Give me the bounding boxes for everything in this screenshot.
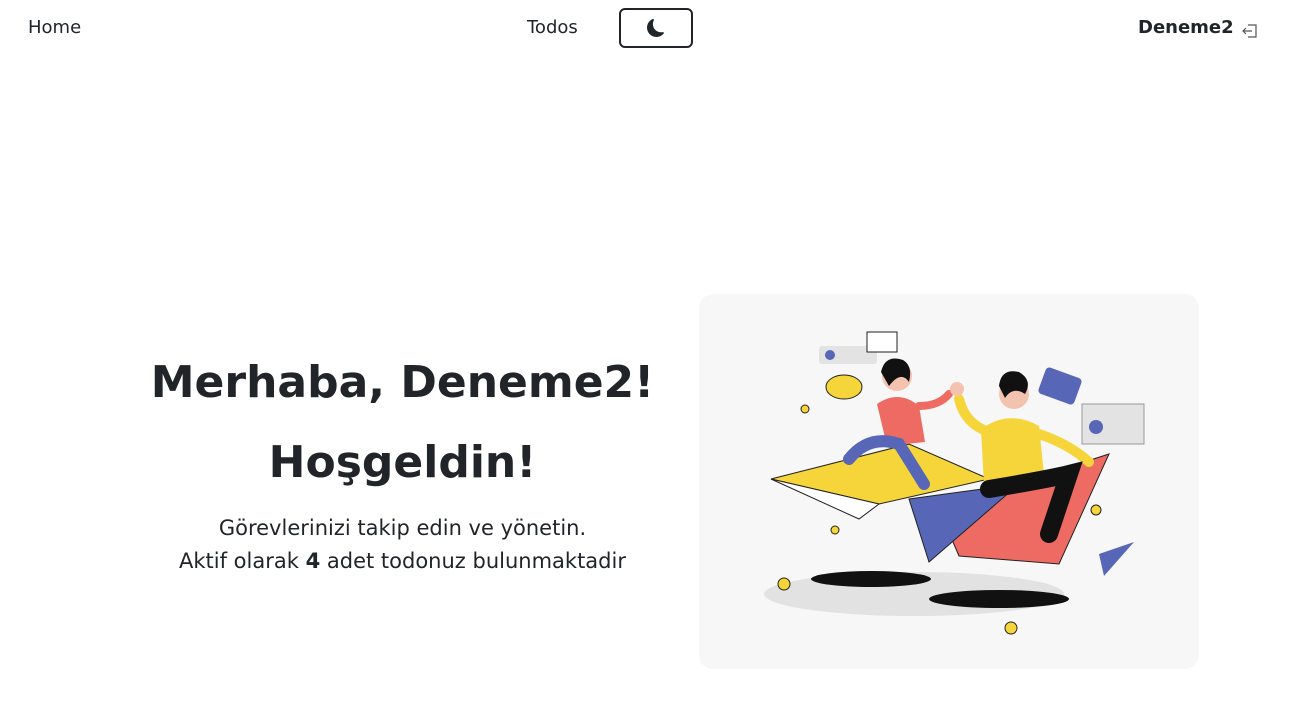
active-prefix: Aktif olarak <box>179 548 299 573</box>
welcome-heading: Hoşgeldin! <box>268 437 537 488</box>
nav-todos-link[interactable]: Todos <box>527 17 578 38</box>
high-five-paper-plane-illustration <box>764 331 1145 635</box>
navbar: Home Todos Deneme2 <box>0 0 1303 58</box>
active-suffix: adet todonuz bulunmaktadir <box>326 548 626 573</box>
subtitle-text: Görevlerinizi takip edin ve yönetin. <box>218 516 587 540</box>
username-label: Deneme2 <box>1138 17 1234 38</box>
illustration-card <box>699 294 1199 669</box>
moon-icon <box>647 19 664 37</box>
active-todos-text: Aktif olarak 4 adet todonuz bulunmaktadi… <box>120 545 685 578</box>
nav-home-link[interactable]: Home <box>28 17 81 38</box>
logout-icon[interactable] <box>1240 21 1260 41</box>
hero-text: Merhaba, Deneme2! Hoşgeldin! Görevlerini… <box>120 355 685 577</box>
theme-toggle-button[interactable] <box>619 8 693 48</box>
greeting-heading: Merhaba, Deneme2! <box>150 357 655 408</box>
active-count: 4 <box>305 548 321 573</box>
